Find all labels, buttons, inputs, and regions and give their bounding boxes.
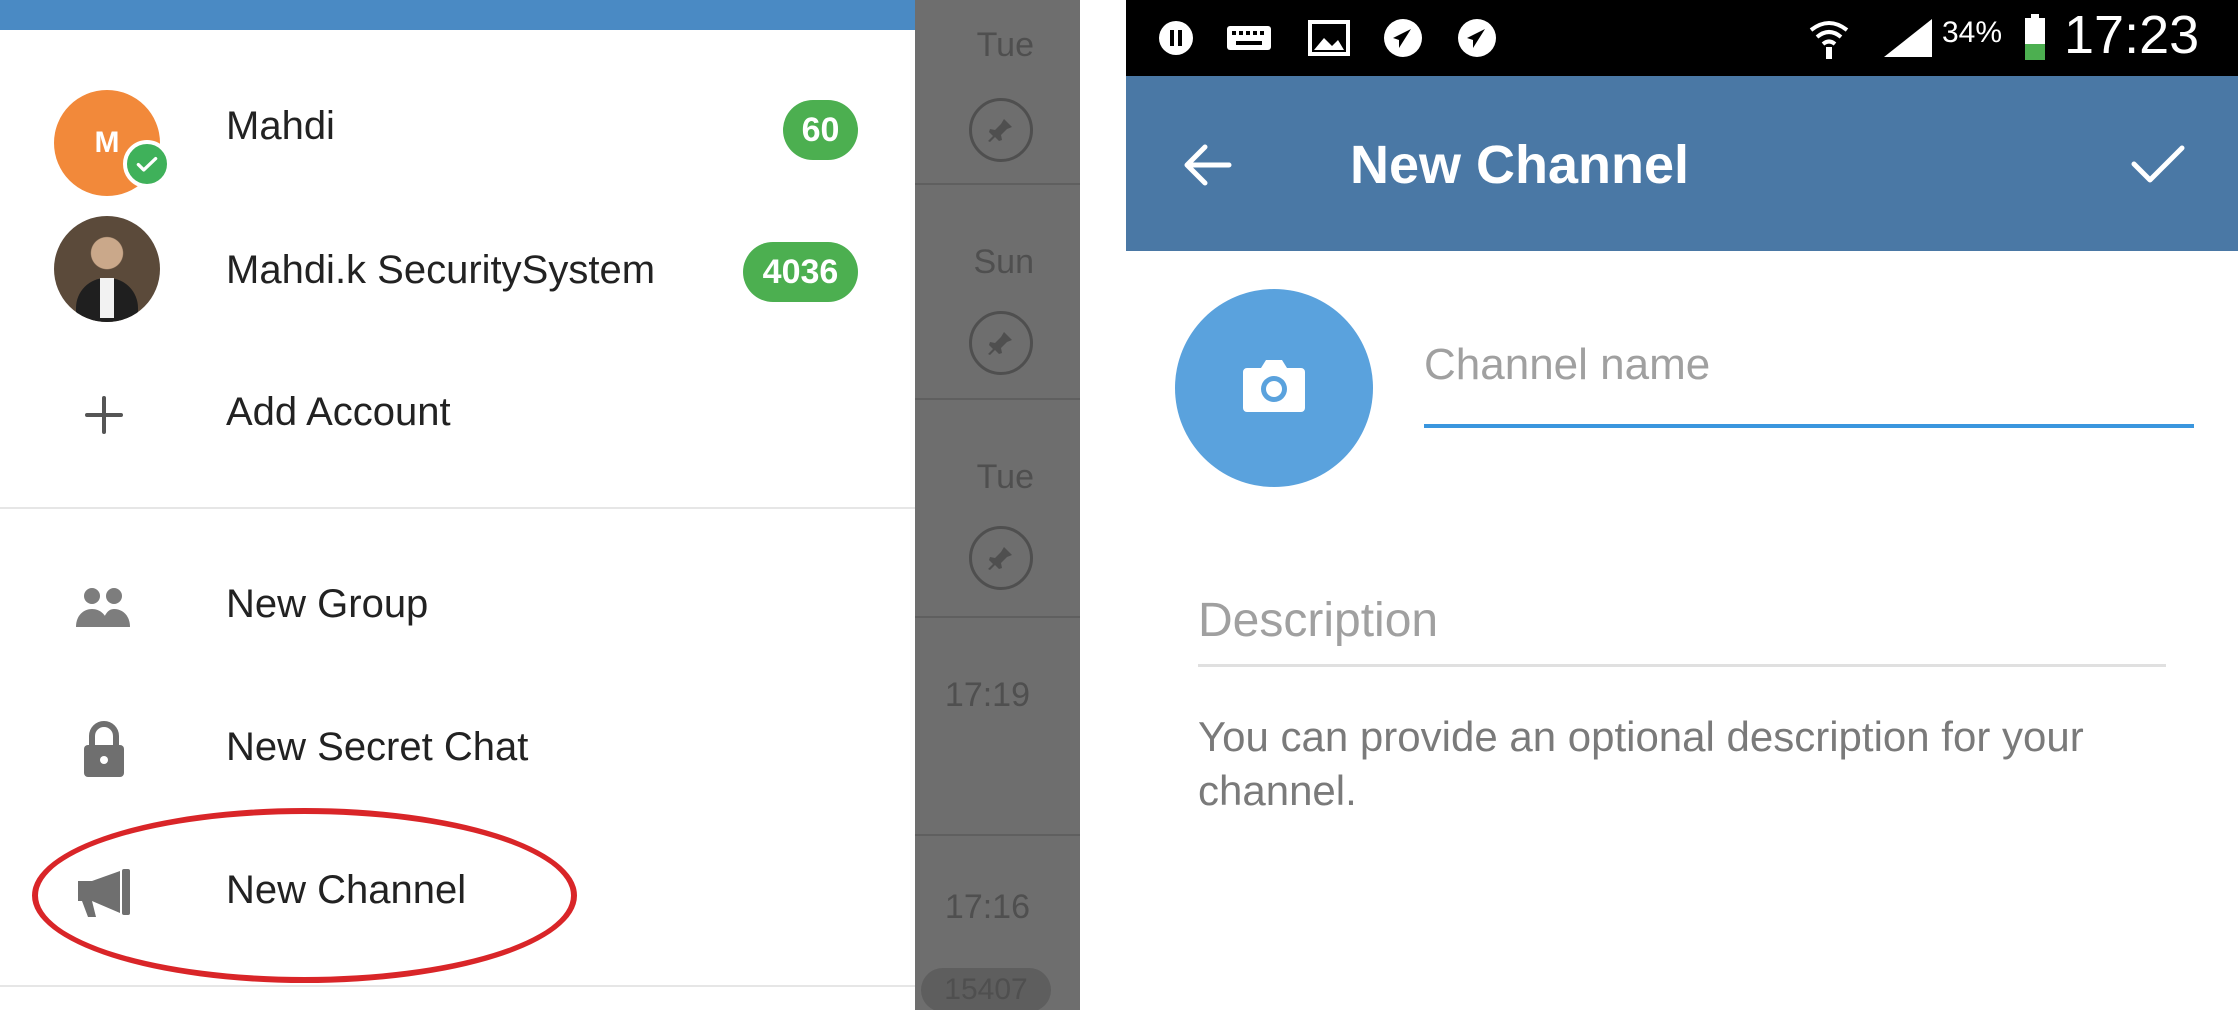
- page-title: New Channel: [1350, 135, 1690, 195]
- chat-row: Sun: [915, 185, 1080, 400]
- unread-count-badge: 15407: [921, 968, 1051, 1010]
- channel-name-input[interactable]: [1424, 335, 2194, 395]
- chat-day: Sun: [973, 243, 1035, 281]
- unread-count-badge: 60: [783, 100, 858, 160]
- add-account-button[interactable]: Add Account: [0, 360, 915, 470]
- chat-time: 17:16: [944, 888, 1030, 926]
- channel-name-underline: [1424, 424, 2194, 428]
- wifi-icon: [1804, 16, 1854, 60]
- plus-icon: [68, 379, 140, 451]
- dimmed-chat-list: Tue Sun Tue 17:19 17:16 15407: [915, 0, 1080, 1010]
- done-checkmark-icon[interactable]: [2126, 132, 2190, 196]
- set-channel-photo-button[interactable]: [1175, 289, 1373, 487]
- avatar-letter: M: [94, 126, 120, 159]
- pin-icon: [969, 526, 1033, 590]
- navigation-drawer: M Mahdi 60 Mahdi.k SecuritySystem 4036 A…: [0, 0, 915, 1010]
- pause-icon: [1154, 16, 1198, 60]
- navigation-drawer-screenshot: M Mahdi 60 Mahdi.k SecuritySystem 4036 A…: [0, 0, 1080, 1010]
- navigation-icon: [1378, 16, 1428, 60]
- new-channel-screen: 34% 17:23 New Channel You can provide an…: [1126, 0, 2238, 1010]
- menu-label: Add Account: [226, 390, 451, 434]
- menu-label: New Group: [226, 582, 429, 626]
- unread-count-badge: 4036: [743, 242, 858, 302]
- back-arrow-icon[interactable]: [1176, 134, 1238, 196]
- highlight-circle-annotation: [32, 808, 577, 983]
- description-input[interactable]: [1198, 588, 2166, 652]
- battery-percentage: 34%: [1942, 16, 2003, 49]
- new-group-button[interactable]: New Group: [0, 552, 915, 662]
- pin-icon: [969, 311, 1033, 375]
- pin-icon: [969, 98, 1033, 162]
- keyboard-icon: [1224, 16, 1274, 60]
- chat-day: Tue: [976, 26, 1034, 64]
- new-secret-chat-button[interactable]: New Secret Chat: [0, 695, 915, 805]
- group-icon: [68, 571, 140, 643]
- status-bar: 34% 17:23: [1126, 0, 2238, 76]
- description-underline: [1198, 664, 2166, 667]
- chat-day: Tue: [976, 458, 1034, 496]
- account-name: Mahdi: [226, 104, 335, 148]
- chat-row: Tue: [915, 0, 1080, 185]
- chat-row: 17:19: [915, 618, 1080, 836]
- drawer-header-strip: [0, 0, 915, 30]
- app-bar: New Channel: [1126, 76, 2238, 251]
- lock-icon: [68, 714, 140, 786]
- navigation-icon: [1452, 16, 1502, 60]
- account-row-mahdi-k-securitysystem[interactable]: Mahdi.k SecuritySystem 4036: [0, 210, 915, 340]
- menu-label: New Secret Chat: [226, 725, 529, 769]
- signal-icon: [1878, 16, 1938, 60]
- description-helper-text: You can provide an optional description …: [1198, 713, 2084, 814]
- camera-icon: [1241, 358, 1307, 419]
- image-icon: [1304, 16, 1354, 60]
- divider: [0, 985, 915, 987]
- account-name: Mahdi.k SecuritySystem: [226, 248, 656, 292]
- chat-row: Tue: [915, 400, 1080, 618]
- chat-time: 17:19: [944, 676, 1030, 714]
- clock: 17:23: [2064, 5, 2200, 65]
- avatar-photo: [54, 216, 160, 322]
- battery-icon: [2020, 14, 2050, 60]
- checkmark-icon: [123, 140, 171, 188]
- divider: [0, 507, 915, 509]
